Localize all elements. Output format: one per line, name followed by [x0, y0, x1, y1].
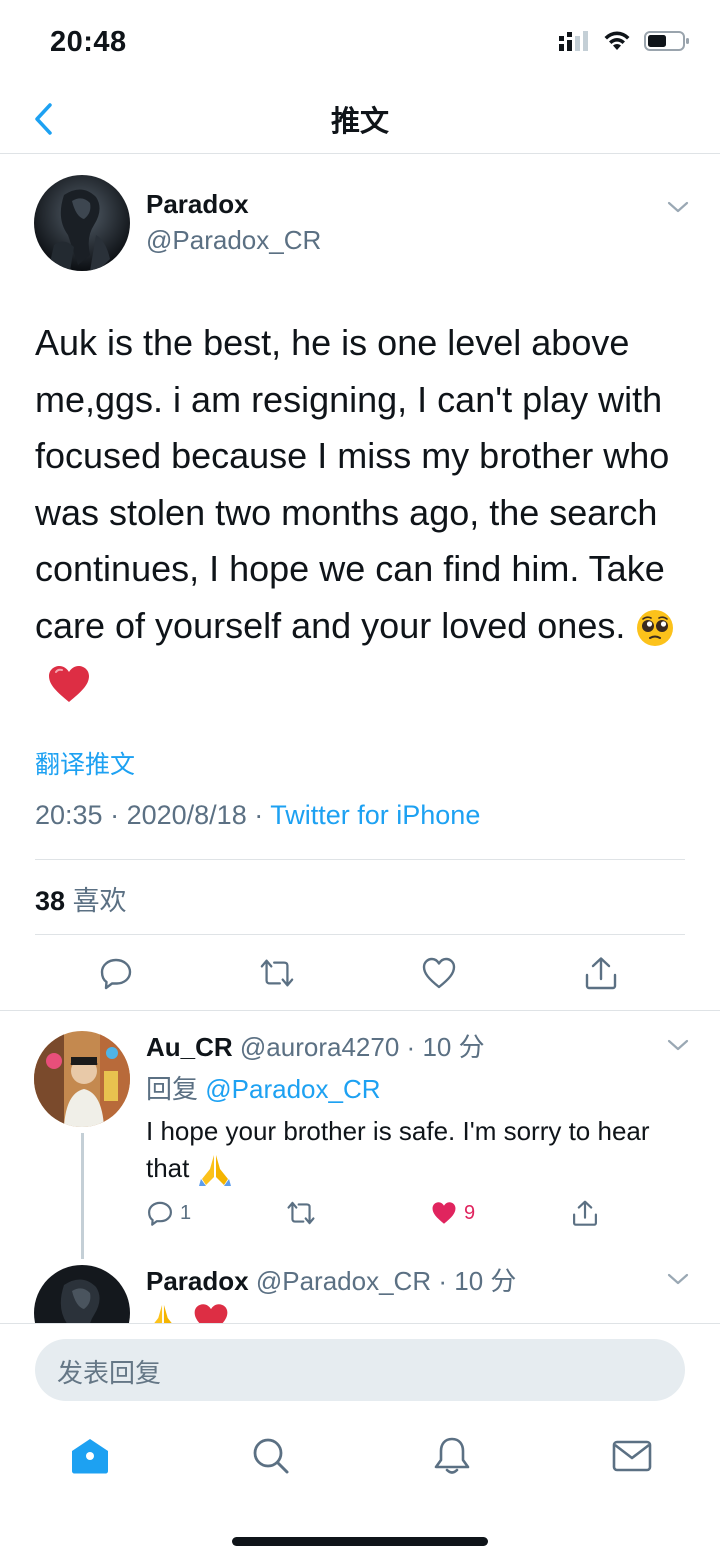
avatar[interactable]	[34, 175, 130, 271]
notifications-icon	[434, 1437, 470, 1474]
replying-to: 回复 @Paradox_CR	[146, 1069, 381, 1106]
cellular-signal-icon	[559, 31, 588, 51]
like-button[interactable]: 9	[430, 1197, 475, 1229]
reply-tweet[interactable]: Au_CR @aurora4270 · 10 分 回复 @Paradox_CR …	[0, 1011, 720, 1261]
author-name[interactable]: Paradox	[146, 189, 249, 220]
reply-author-name[interactable]: Paradox	[146, 1266, 249, 1296]
reply-button[interactable]	[98, 955, 134, 991]
status-time: 20:48	[50, 26, 127, 58]
tweet-source-link[interactable]: Twitter for iPhone	[270, 800, 480, 830]
reply-icon	[148, 1201, 172, 1226]
like-icon	[422, 957, 456, 989]
red-heart-emoji	[49, 666, 89, 703]
search-icon	[253, 1438, 289, 1474]
folded-hands-emoji	[154, 1304, 172, 1323]
red-heart-emoji	[194, 1304, 228, 1323]
compose-placeholder: 发表回复	[57, 1358, 162, 1388]
translate-tweet-link[interactable]: 翻译推文	[35, 745, 135, 781]
meta-separator: ·	[254, 800, 271, 830]
reply-author-handle[interactable]: @aurora4270	[240, 1032, 399, 1062]
status-icons	[558, 30, 690, 52]
likes-label: 喜欢	[72, 886, 127, 916]
chevron-down-icon[interactable]	[666, 199, 690, 215]
retweet-button[interactable]	[286, 1197, 316, 1229]
meta-separator: ·	[406, 1032, 416, 1062]
folded-hands-emoji	[198, 1155, 231, 1187]
share-icon	[585, 957, 617, 990]
reply-button[interactable]: 1	[146, 1197, 191, 1229]
reply-time: 10 分	[422, 1032, 485, 1062]
author-handle[interactable]: @Paradox_CR	[146, 225, 321, 256]
tweet-date: 2020/8/18	[126, 800, 247, 830]
reply-time: 10 分	[454, 1266, 517, 1296]
avatar[interactable]	[34, 1265, 130, 1323]
thread-line	[81, 1133, 84, 1259]
tab-messages[interactable]	[610, 1434, 654, 1478]
share-icon	[573, 1200, 597, 1226]
like-button[interactable]	[421, 955, 457, 991]
tweet-body: Auk is the best, he is one level above m…	[35, 322, 670, 646]
reply-action-bar: 1 9	[146, 1197, 616, 1231]
messages-icon	[612, 1440, 652, 1472]
battery-icon	[644, 31, 689, 51]
like-filled-icon	[432, 1202, 456, 1224]
nav-bar: 推文	[0, 88, 720, 154]
reply-author-name[interactable]: Au_CR	[146, 1032, 233, 1062]
reply-count: 1	[180, 1201, 192, 1224]
reply-tweet[interactable]: Paradox @Paradox_CR · 10 分	[0, 1245, 720, 1323]
likes-count: 38	[35, 886, 66, 916]
tab-bar	[0, 1424, 720, 1494]
reply-label: 回复	[146, 1074, 199, 1104]
share-button[interactable]	[583, 955, 619, 991]
reply-header: Au_CR @aurora4270 · 10 分	[146, 1027, 485, 1064]
tweet-action-bar	[0, 935, 720, 1011]
home-indicator	[232, 1537, 488, 1546]
divider	[35, 859, 685, 860]
status-bar: 20:48	[0, 0, 720, 88]
retweet-button[interactable]	[259, 955, 295, 991]
mention-link[interactable]: @Paradox_CR	[205, 1074, 380, 1104]
meta-separator: ·	[110, 800, 127, 830]
reply-icon	[100, 958, 132, 990]
reply-header: Paradox @Paradox_CR · 10 分	[146, 1261, 516, 1298]
pleading-face-emoji	[637, 609, 674, 646]
reply-text: I hope your brother is safe. I'm sorry t…	[146, 1113, 666, 1187]
chevron-down-icon[interactable]	[666, 1037, 690, 1053]
avatar[interactable]	[34, 1031, 130, 1127]
retweet-icon	[260, 959, 294, 987]
tweet-time: 20:35	[35, 800, 103, 830]
like-count: 9	[464, 1201, 476, 1224]
meta-separator: ·	[438, 1266, 447, 1296]
page-title: 推文	[330, 106, 389, 138]
retweet-icon	[287, 1201, 315, 1225]
likes-count-row[interactable]: 38 喜欢	[35, 879, 127, 918]
reply-compose-input[interactable]: 发表回复	[35, 1339, 685, 1401]
wifi-icon	[604, 31, 630, 50]
share-button[interactable]	[571, 1197, 599, 1229]
tab-search[interactable]	[249, 1434, 293, 1478]
tab-notifications[interactable]	[430, 1434, 474, 1478]
reply-author-handle[interactable]: @Paradox_CR	[256, 1266, 431, 1296]
tweet-meta: 20:35 · 2020/8/18 · Twitter for iPhone	[35, 800, 480, 831]
bottom-panel: 发表回复	[0, 1323, 720, 1558]
tweet-text: Auk is the best, he is one level above m…	[35, 315, 695, 711]
home-icon	[72, 1439, 108, 1474]
reply-text	[146, 1299, 666, 1323]
tab-home[interactable]	[68, 1434, 112, 1478]
chevron-down-icon[interactable]	[666, 1271, 690, 1287]
